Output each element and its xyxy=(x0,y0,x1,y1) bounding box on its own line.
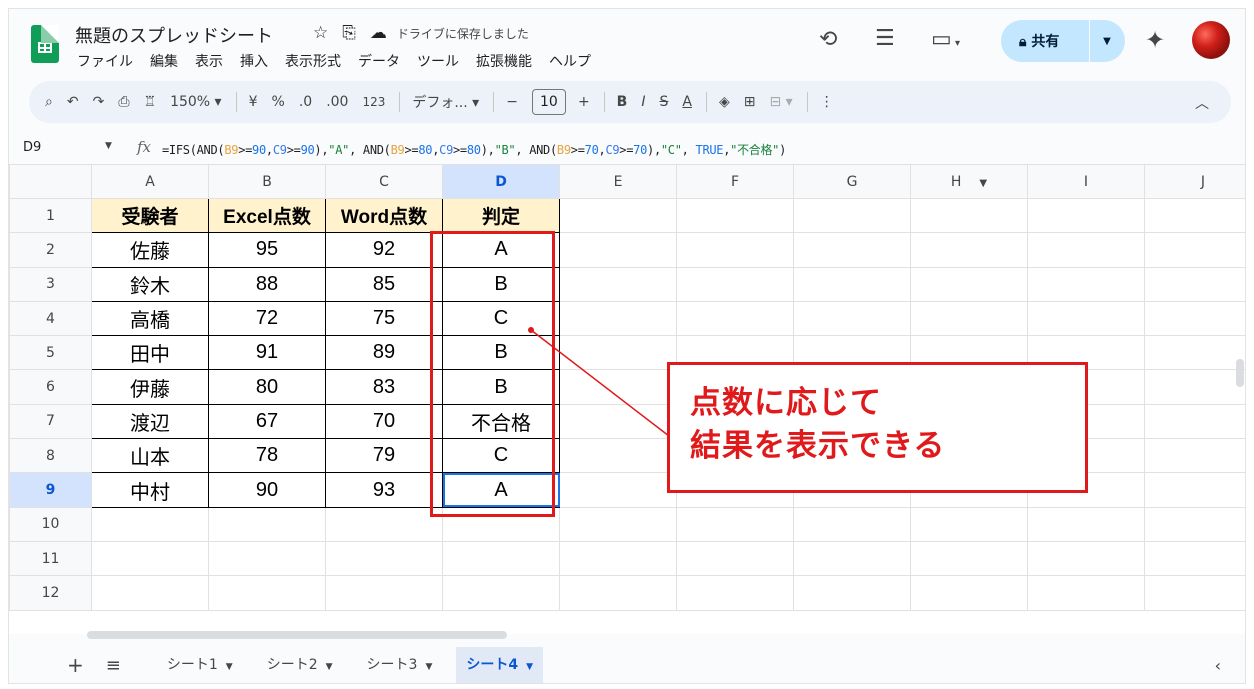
scroll-tabs-left-icon[interactable]: ‹ xyxy=(1215,656,1221,675)
menu-format[interactable]: 表示形式 xyxy=(285,51,341,71)
title-actions: ☆ ⎘ ☁ ドライブに保存しました xyxy=(313,23,529,43)
borders-icon[interactable]: ⊞ xyxy=(744,94,756,110)
menu-data[interactable]: データ xyxy=(358,51,400,71)
number-format-button[interactable]: 123 xyxy=(362,95,385,109)
merge-cells-icon[interactable]: ⊟ ▾ xyxy=(769,94,792,110)
italic-button[interactable]: I xyxy=(641,94,645,110)
undo-icon[interactable]: ↶ xyxy=(67,94,79,110)
chevron-down-icon[interactable]: ▼ xyxy=(425,662,432,672)
sheet-tab-3[interactable]: シート3 ▼ xyxy=(357,647,443,683)
save-status[interactable]: ドライブに保存しました xyxy=(397,25,529,42)
toolbar-divider xyxy=(235,92,237,112)
sheet-tab-bar: + ≡ シート1 ▼ シート2 ▼ シート3 ▼ シート4 ▼ ‹ xyxy=(9,645,1245,683)
callout-line-1: 点数に応じて xyxy=(690,385,882,421)
paint-format-icon[interactable]: ♖ xyxy=(144,94,157,110)
increase-decimal-button[interactable]: .00 xyxy=(326,94,348,110)
formula-input[interactable]: =IFS(AND(B9>=90,C9>=90),"A", AND(B9>=80,… xyxy=(162,141,786,158)
sheet-tab-2[interactable]: シート2 ▼ xyxy=(257,647,343,683)
font-select[interactable]: デフォ... ▾ xyxy=(412,92,479,112)
menu-tools[interactable]: ツール xyxy=(417,51,459,71)
document-title[interactable]: 無題のスプレッドシート xyxy=(75,22,273,48)
chevron-down-icon[interactable]: ▼ xyxy=(326,662,333,672)
toolbar-divider xyxy=(705,92,707,112)
decrease-decimal-button[interactable]: .0 xyxy=(299,94,312,110)
sheets-logo[interactable] xyxy=(31,25,59,63)
toolbar: ⌕ ↶ ↷ ⎙ ♖ 150% ▾ ¥ % .0 .00 123 デフォ... ▾… xyxy=(29,81,1231,123)
lock-icon: 🔒︎ xyxy=(1019,34,1027,50)
star-icon[interactable]: ☆ xyxy=(313,23,328,43)
toolbar-divider xyxy=(493,92,495,112)
formula-bar: D9 ▼ fx =IFS(AND(B9>=90,C9>=90),"A", AND… xyxy=(9,136,1245,164)
gemini-sparkle-icon[interactable]: ✦ xyxy=(1145,26,1165,54)
menu-extensions[interactable]: 拡張機能 xyxy=(476,51,532,71)
share-dropdown-icon[interactable]: ▼ xyxy=(1090,36,1124,47)
toolbar-divider xyxy=(603,92,605,112)
add-sheet-button[interactable]: + xyxy=(67,653,84,677)
menu-bar: ファイル 編集 表示 挿入 表示形式 データ ツール 拡張機能 ヘルプ xyxy=(77,51,591,71)
menu-edit[interactable]: 編集 xyxy=(150,51,178,71)
fill-color-icon[interactable]: ◈ xyxy=(719,94,730,110)
name-box-dropdown-icon[interactable]: ▼ xyxy=(105,141,112,151)
more-options-icon[interactable]: ⋮ xyxy=(820,94,834,110)
horizontal-scrollbar[interactable] xyxy=(87,631,507,639)
sheet-tab-4[interactable]: シート4 ▼ xyxy=(456,647,544,683)
bold-button[interactable]: B xyxy=(617,94,628,110)
share-label[interactable]: 🔒︎ 共有 xyxy=(1001,31,1089,51)
menu-file[interactable]: ファイル xyxy=(77,51,133,71)
callout-box: 点数に応じて 結果を表示できる xyxy=(667,362,1088,493)
menu-help[interactable]: ヘルプ xyxy=(549,51,591,71)
version-history-icon[interactable]: ⟲ xyxy=(819,27,837,52)
sheet-tab-1[interactable]: シート1 ▼ xyxy=(157,647,243,683)
font-size-input[interactable]: 10 xyxy=(531,89,566,115)
toolbar-divider xyxy=(806,92,808,112)
menu-view[interactable]: 表示 xyxy=(195,51,223,71)
comments-icon[interactable]: ☰ xyxy=(875,26,895,51)
cloud-saved-icon[interactable]: ☁ xyxy=(370,23,387,43)
callout-line-2: 結果を表示できる xyxy=(690,428,946,464)
user-avatar[interactable] xyxy=(1192,21,1230,59)
strikethrough-button[interactable]: S xyxy=(659,94,668,110)
font-size-decrease-button[interactable]: − xyxy=(506,94,518,110)
share-button[interactable]: 🔒︎ 共有 ▼ xyxy=(1001,20,1125,62)
menu-insert[interactable]: 挿入 xyxy=(240,51,268,71)
sheets-window: 無題のスプレッドシート ☆ ⎘ ☁ ドライブに保存しました ファイル 編集 表示… xyxy=(8,8,1246,684)
redo-icon[interactable]: ↷ xyxy=(93,94,105,110)
collapse-toolbar-icon[interactable]: ︿ xyxy=(1195,93,1209,113)
meet-video-icon[interactable]: ▭ ▾ xyxy=(931,27,960,52)
chevron-down-icon[interactable]: ▼ xyxy=(526,662,533,672)
highlight-box xyxy=(430,231,555,517)
fx-icon: fx xyxy=(137,138,152,156)
currency-format-button[interactable]: ¥ xyxy=(249,94,258,110)
vertical-scrollbar[interactable] xyxy=(1236,359,1244,387)
all-sheets-icon[interactable]: ≡ xyxy=(106,655,121,676)
search-menus-icon[interactable]: ⌕ xyxy=(45,94,53,110)
move-folder-icon[interactable]: ⎘ xyxy=(342,23,356,43)
percent-format-button[interactable]: % xyxy=(272,94,285,110)
font-size-increase-button[interactable]: + xyxy=(578,94,590,110)
toolbar-divider xyxy=(399,92,401,112)
zoom-select[interactable]: 150% ▾ xyxy=(170,94,222,110)
name-box[interactable]: D9 xyxy=(23,140,41,155)
print-icon[interactable]: ⎙ xyxy=(118,94,129,110)
chevron-down-icon[interactable]: ▼ xyxy=(226,662,233,672)
text-color-button[interactable]: A xyxy=(682,94,692,110)
